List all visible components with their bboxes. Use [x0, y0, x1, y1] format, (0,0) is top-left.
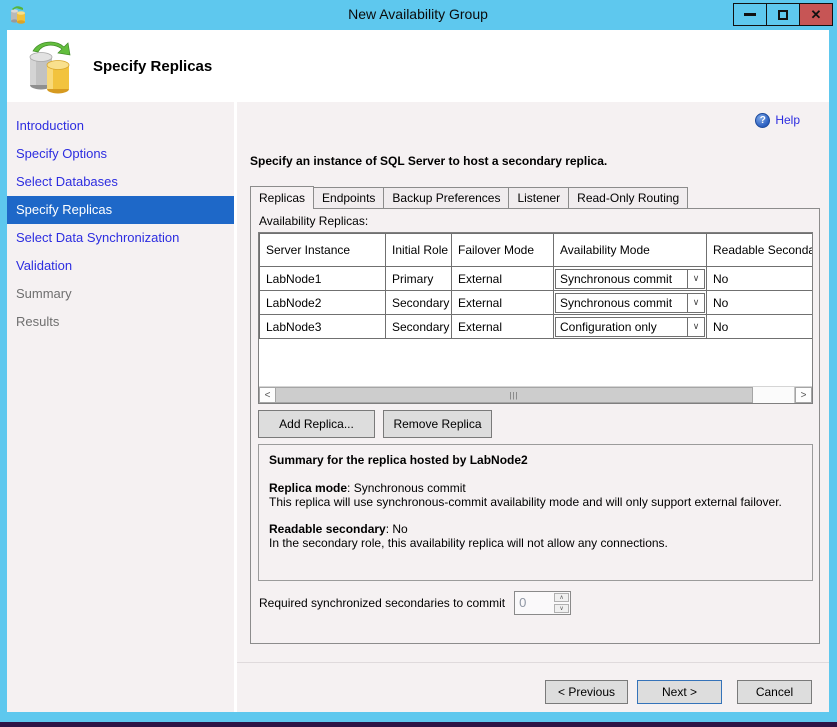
instruction-text: Specify an instance of SQL Server to hos… — [250, 154, 829, 168]
help-icon: ? — [755, 113, 770, 128]
cell-initial-role[interactable]: Secondary — [386, 315, 452, 339]
wizard-header: Specify Replicas — [7, 30, 829, 102]
main-panel: ? Help Specify an instance of SQL Server… — [237, 102, 829, 712]
cell-readable-secondary[interactable]: No — [707, 267, 814, 291]
availability-mode-dropdown[interactable]: Synchronous commit ∨ — [555, 269, 705, 289]
table-row: LabNode3 Secondary External Configuratio… — [260, 315, 814, 339]
sidebar-item-introduction[interactable]: Introduction — [7, 112, 234, 140]
cell-readable-secondary[interactable]: No — [707, 315, 814, 339]
horizontal-scrollbar[interactable]: < ||| > — [259, 386, 812, 403]
sidebar-item-specify-options[interactable]: Specify Options — [7, 140, 234, 168]
replicas-grid: Server Instance Initial Role Failover Mo… — [258, 232, 813, 404]
availability-mode-dropdown[interactable]: Configuration only ∨ — [555, 317, 705, 337]
chevron-down-icon: ∨ — [687, 270, 704, 288]
scroll-left-icon[interactable]: < — [259, 387, 276, 403]
availability-replicas-label: Availability Replicas: — [259, 214, 812, 228]
sidebar-item-select-databases[interactable]: Select Databases — [7, 168, 234, 196]
title-bar[interactable]: New Availability Group ✕ — [7, 0, 829, 30]
spinner-up-icon[interactable]: ∧ — [554, 593, 569, 602]
close-button[interactable]: ✕ — [799, 3, 833, 26]
help-link[interactable]: ? Help — [755, 111, 800, 129]
column-failover-mode[interactable]: Failover Mode — [452, 234, 554, 267]
replicas-icon — [25, 39, 75, 95]
sidebar-item-specify-replicas[interactable]: Specify Replicas — [7, 196, 234, 224]
caption-buttons: ✕ — [734, 3, 833, 26]
remove-replica-button[interactable]: Remove Replica — [383, 410, 492, 438]
tab-listener[interactable]: Listener — [508, 187, 569, 208]
replica-mode-label: Replica mode — [269, 481, 347, 495]
next-button[interactable]: Next > — [637, 680, 722, 704]
chevron-down-icon: ∨ — [687, 294, 704, 312]
column-readable-secondary[interactable]: Readable Secondary — [707, 234, 814, 267]
tab-replicas[interactable]: Replicas — [250, 186, 314, 209]
tab-strip: Replicas Endpoints Backup Preferences Li… — [250, 185, 829, 208]
add-replica-button[interactable]: Add Replica... — [258, 410, 375, 438]
table-row: LabNode1 Primary External Synchronous co… — [260, 267, 814, 291]
cell-server-instance[interactable]: LabNode3 — [260, 315, 386, 339]
sidebar-item-results: Results — [7, 308, 234, 336]
dialog-window: New Availability Group ✕ Specify Replica… — [0, 0, 837, 722]
wizard-footer: < Previous Next > Cancel — [237, 662, 829, 712]
column-initial-role[interactable]: Initial Role — [386, 234, 452, 267]
tab-backup-preferences[interactable]: Backup Preferences — [383, 187, 509, 208]
minimize-button[interactable] — [733, 3, 767, 26]
availability-mode-dropdown[interactable]: Synchronous commit ∨ — [555, 293, 705, 313]
cell-failover-mode[interactable]: External — [452, 267, 554, 291]
column-server-instance[interactable]: Server Instance — [260, 234, 386, 267]
sidebar-item-summary: Summary — [7, 280, 234, 308]
sidebar-item-validation[interactable]: Validation — [7, 252, 234, 280]
sidebar-item-select-data-synchronization[interactable]: Select Data Synchronization — [7, 224, 234, 252]
tab-read-only-routing[interactable]: Read-Only Routing — [568, 187, 688, 208]
readable-secondary-value: : No — [386, 522, 408, 536]
table-row: LabNode2 Secondary External Synchronous … — [260, 291, 814, 315]
scrollbar-track[interactable] — [753, 387, 795, 403]
scroll-right-icon[interactable]: > — [795, 387, 812, 403]
cell-readable-secondary[interactable]: No — [707, 291, 814, 315]
spinner-value[interactable]: 0 — [515, 592, 554, 614]
cell-failover-mode[interactable]: External — [452, 291, 554, 315]
window-title: New Availability Group — [7, 6, 829, 22]
replica-mode-value: : Synchronous commit — [347, 481, 466, 495]
cell-failover-mode[interactable]: External — [452, 315, 554, 339]
cell-initial-role[interactable]: Secondary — [386, 291, 452, 315]
close-icon: ✕ — [811, 8, 822, 21]
maximize-icon — [778, 10, 788, 20]
column-availability-mode[interactable]: Availability Mode — [554, 234, 707, 267]
grid-header-row: Server Instance Initial Role Failover Mo… — [260, 234, 814, 267]
cell-server-instance[interactable]: LabNode2 — [260, 291, 386, 315]
scrollbar-thumb[interactable]: ||| — [275, 387, 753, 403]
cell-initial-role[interactable]: Primary — [386, 267, 452, 291]
cell-server-instance[interactable]: LabNode1 — [260, 267, 386, 291]
cancel-button[interactable]: Cancel — [737, 680, 812, 704]
help-label: Help — [775, 113, 800, 127]
previous-button[interactable]: < Previous — [545, 680, 628, 704]
required-secondaries-label: Required synchronized secondaries to com… — [259, 596, 505, 610]
required-secondaries-spinner[interactable]: 0 ∧ ∨ — [514, 591, 571, 615]
readable-secondary-description: In the secondary role, this availability… — [269, 536, 802, 550]
chevron-down-icon: ∨ — [687, 318, 704, 336]
replica-mode-description: This replica will use synchronous-commit… — [269, 495, 802, 509]
maximize-button[interactable] — [766, 3, 800, 26]
page-title: Specify Replicas — [93, 58, 212, 75]
wizard-sidebar: Introduction Specify Options Select Data… — [7, 102, 234, 712]
tab-endpoints[interactable]: Endpoints — [313, 187, 384, 208]
summary-title: Summary for the replica hosted by LabNod… — [269, 453, 802, 467]
readable-secondary-label: Readable secondary — [269, 522, 386, 536]
spinner-down-icon[interactable]: ∨ — [554, 604, 569, 613]
replica-summary-box: Summary for the replica hosted by LabNod… — [258, 444, 813, 581]
replicas-tab-panel: Availability Replicas: Server Instance I… — [250, 208, 820, 644]
minimize-icon — [744, 13, 756, 16]
